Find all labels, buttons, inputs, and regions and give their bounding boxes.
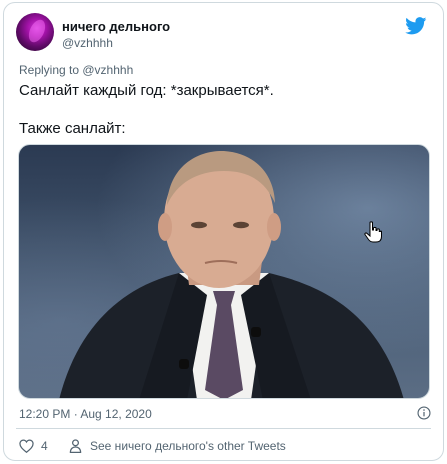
replying-prefix: Replying to [19,63,83,77]
tweet-text: Санлайт каждый год: *закрывается*. Также… [19,82,274,137]
tweet-photo[interactable] [18,144,430,399]
hand-pointer-icon [364,221,382,243]
other-tweets-link[interactable]: See ничего дельного's other Tweets [69,439,286,453]
twitter-logo-icon[interactable] [405,17,427,35]
like-count: 4 [41,439,48,453]
avatar[interactable] [16,13,54,51]
embedded-tweet-card: ничего дельного @vzhhhh Replying to @vzh… [3,2,444,461]
author-name[interactable]: ничего дельного [62,19,170,34]
person-icon [69,439,82,453]
like-button[interactable]: 4 [19,439,48,453]
info-icon[interactable] [417,406,431,420]
replying-to-link[interactable]: @vzhhhh [82,63,133,77]
tweet-timestamp[interactable]: 12:20 PM · Aug 12, 2020 [19,407,152,421]
tweet-actions: 4 See ничего дельного's other Tweets [19,437,431,457]
replying-to: Replying to @vzhhhh [19,63,133,77]
tweet-header: ничего дельного @vzhhhh [16,11,431,55]
photo-portrait-icon [59,150,404,398]
other-tweets-label: See ничего дельного's other Tweets [90,439,286,453]
divider [16,428,431,429]
author-handle[interactable]: @vzhhhh [62,36,113,50]
heart-icon [19,439,34,453]
